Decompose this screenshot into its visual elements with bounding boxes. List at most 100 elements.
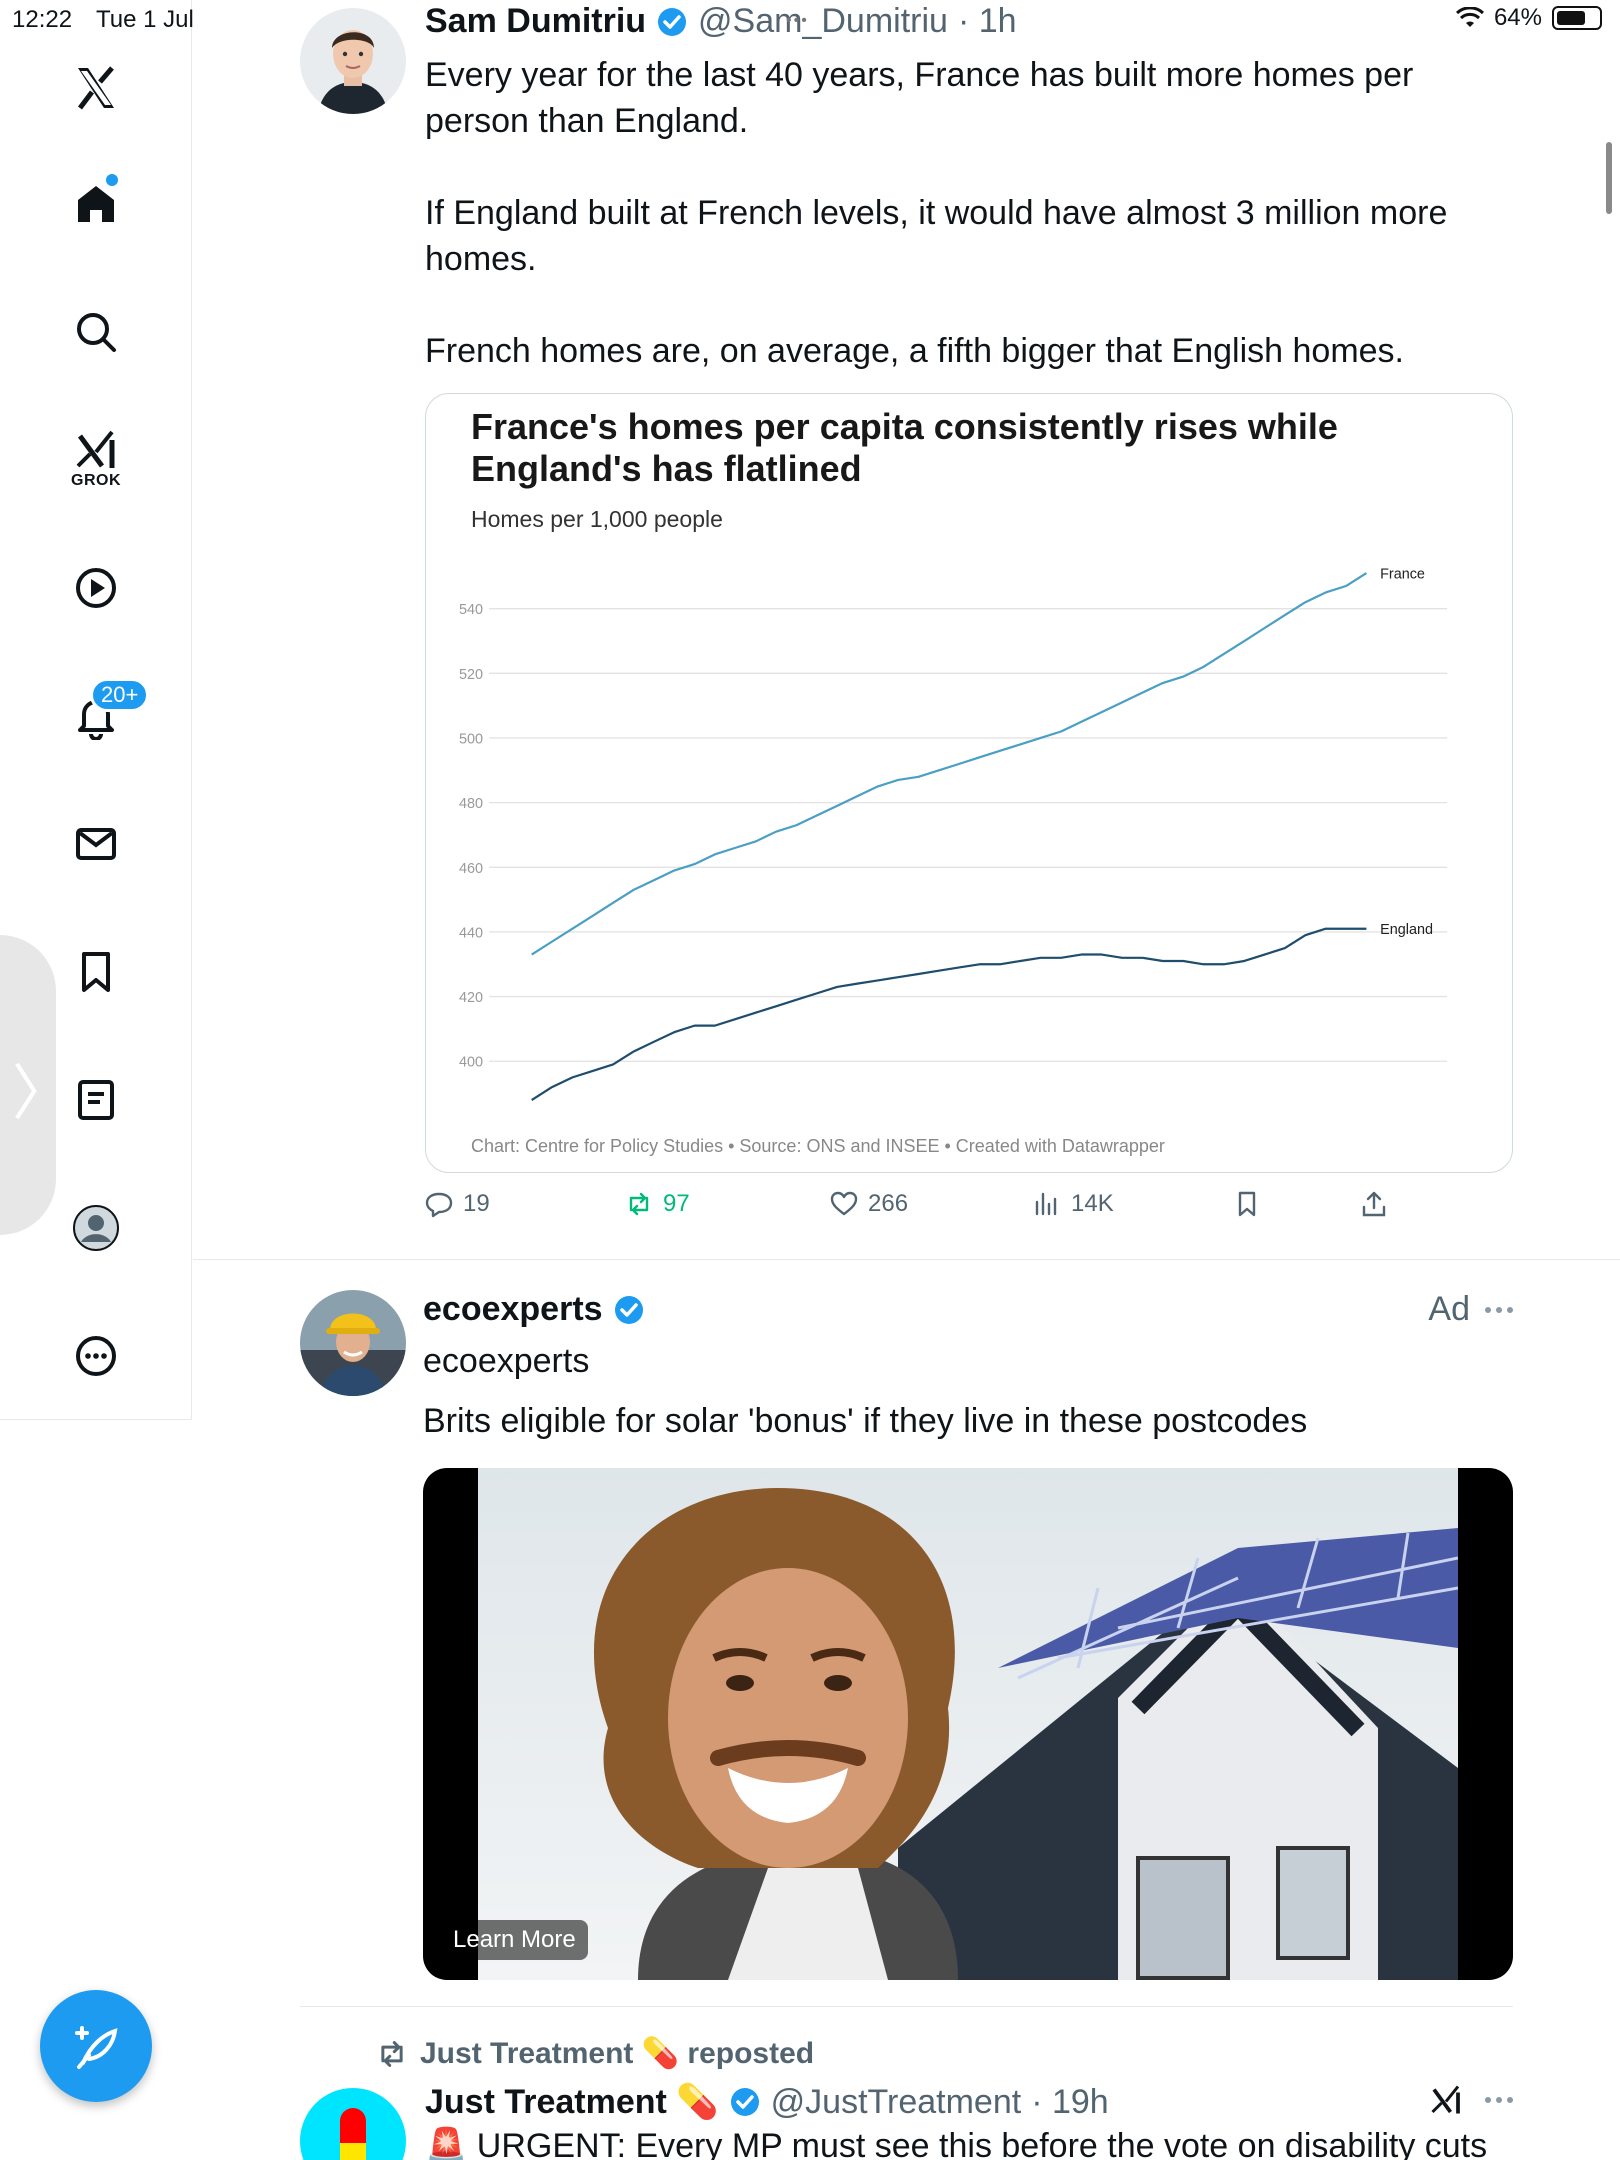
- home-unread-dot: [106, 174, 118, 186]
- series-label-france: France: [1380, 567, 1425, 583]
- tweet-paragraph: French homes are, on average, a fifth bi…: [425, 332, 1404, 370]
- advertiser-name[interactable]: ecoexperts: [423, 1290, 603, 1329]
- y-tick-label: 400: [459, 1055, 483, 1071]
- heart-icon: [830, 1191, 858, 1216]
- nav-bookmarks[interactable]: [48, 924, 144, 1020]
- repost-context[interactable]: Just Treatment 💊 reposted: [376, 2036, 814, 2071]
- tweet-time[interactable]: · 19h: [1031, 2083, 1109, 2122]
- y-tick-label: 420: [459, 990, 483, 1006]
- chart-image-card[interactable]: France's homes per capita consistently r…: [425, 393, 1513, 1173]
- y-tick-label: 540: [459, 602, 483, 618]
- side-drawer-handle[interactable]: 〉: [0, 935, 72, 1235]
- nav-messages[interactable]: [48, 796, 144, 892]
- grok-icon[interactable]: [1428, 2082, 1464, 2118]
- reply-icon: [425, 1192, 453, 1218]
- y-tick-label: 500: [459, 731, 483, 747]
- bookmark-button[interactable]: [1233, 1190, 1261, 1218]
- x-logo[interactable]: [48, 40, 144, 136]
- ad-media[interactable]: Learn More: [423, 1468, 1513, 1980]
- tweet-actions: 19 97 266 14K: [425, 1190, 1425, 1230]
- y-tick-label: 460: [459, 861, 483, 877]
- y-tick-label: 520: [459, 667, 483, 683]
- series-line-france: [531, 572, 1368, 956]
- tweet-options: [1428, 2082, 1514, 2118]
- tweet-text: Every year for the last 40 years, France…: [425, 52, 1505, 420]
- nav-more[interactable]: [48, 1308, 144, 1404]
- verified-badge-icon: [730, 2088, 759, 2116]
- views-chart-icon: [1035, 1192, 1057, 1216]
- chevron-right-icon: 〉: [12, 1060, 72, 1127]
- tweet-paragraph: Every year for the last 40 years, France…: [425, 56, 1414, 140]
- home-icon: [78, 186, 114, 222]
- repost-button[interactable]: 97: [625, 1190, 690, 1218]
- tweet-divider: [193, 1259, 1620, 1260]
- tweet-header: Just Treatment 💊 @JustTreatment · 19h: [425, 2082, 1109, 2122]
- x-logo-icon: [78, 66, 114, 110]
- search-icon: [77, 313, 116, 352]
- status-bar: 12:22 Tue 1 Jul ••• 64%: [0, 0, 1620, 40]
- avatar-ecoexperts[interactable]: [300, 1290, 406, 1396]
- chart-footer: Chart: Centre for Policy Studies • Sourc…: [471, 1136, 1165, 1156]
- status-indicators: 64%: [1455, 4, 1602, 32]
- grok-label: GROK: [71, 472, 121, 489]
- line-chart: 4004204404604805005205401985199019952000…: [459, 567, 1448, 1101]
- notifications-badge: 20+: [90, 678, 150, 712]
- reply-count: 19: [463, 1190, 490, 1217]
- avatar-just-treatment[interactable]: [300, 2088, 406, 2160]
- more-options-icon[interactable]: [1484, 1305, 1514, 1315]
- y-tick-label: 480: [459, 796, 483, 812]
- repost-icon: [629, 1192, 649, 1216]
- series-line-england: [531, 927, 1367, 1101]
- grok-icon: [76, 430, 115, 468]
- compose-button[interactable]: [40, 1990, 152, 2102]
- like-button[interactable]: 266: [830, 1190, 908, 1218]
- nav-video[interactable]: [48, 540, 144, 636]
- repost-count: 97: [663, 1190, 690, 1217]
- ad-label: Ad: [1428, 1290, 1470, 1328]
- author-handle[interactable]: @JustTreatment: [771, 2083, 1022, 2122]
- tweet-text: 🚨 URGENT: Every MP must see this before …: [425, 2127, 1488, 2160]
- avatar-image: [300, 2088, 406, 2160]
- author-name[interactable]: Just Treatment 💊: [425, 2082, 719, 2122]
- nav-search[interactable]: [48, 284, 144, 380]
- video-icon: [76, 568, 116, 608]
- multitasking-dots[interactable]: •••: [786, 12, 809, 30]
- compose-feather-icon: [75, 2026, 118, 2069]
- battery-percent: 64%: [1493, 4, 1542, 31]
- reposted-by: Just Treatment 💊 reposted: [420, 2037, 815, 2070]
- like-count: 266: [868, 1190, 909, 1217]
- battery-fill: [1557, 11, 1586, 25]
- battery-icon: [1552, 6, 1602, 30]
- nav-home[interactable]: [48, 156, 144, 252]
- series-label-england: England: [1380, 922, 1433, 938]
- bookmarks-icon: [82, 952, 110, 992]
- learn-more-button[interactable]: Learn More: [441, 1920, 588, 1960]
- ad-image: [478, 1468, 1458, 1980]
- bookmark-icon: [1238, 1191, 1256, 1217]
- repost-icon: [381, 2040, 403, 2067]
- profile-icon: [73, 1205, 119, 1251]
- avatar-image: [300, 1290, 406, 1396]
- views-button[interactable]: 14K: [1033, 1190, 1114, 1218]
- tweet-paragraph: If England built at French levels, it wo…: [425, 194, 1448, 278]
- wifi-icon: [1455, 7, 1484, 27]
- tweet-divider: [300, 2006, 1513, 2007]
- status-time: 12:22: [12, 6, 73, 33]
- nav-grok[interactable]: GROK: [48, 410, 144, 506]
- ad-label-group: Ad: [1428, 1290, 1514, 1329]
- share-button[interactable]: [1360, 1190, 1388, 1218]
- y-tick-label: 440: [459, 925, 483, 941]
- advertiser-subname: ecoexperts: [423, 1342, 590, 1380]
- ad-text: Brits eligible for solar 'bonus' if they…: [423, 1402, 1308, 1440]
- nav-notifications[interactable]: 20+: [48, 668, 150, 764]
- scrollbar[interactable]: [1606, 142, 1612, 214]
- nav-profile[interactable]: [48, 1180, 144, 1276]
- lists-icon: [78, 1080, 114, 1120]
- verified-badge-icon: [614, 1295, 643, 1324]
- reply-button[interactable]: 19: [425, 1190, 490, 1218]
- more-options-icon[interactable]: [1484, 2095, 1514, 2105]
- ad-header: ecoexperts: [423, 1290, 645, 1329]
- view-count: 14K: [1071, 1190, 1114, 1217]
- status-date: Tue 1 Jul: [96, 6, 194, 33]
- more-icon: [76, 1336, 116, 1376]
